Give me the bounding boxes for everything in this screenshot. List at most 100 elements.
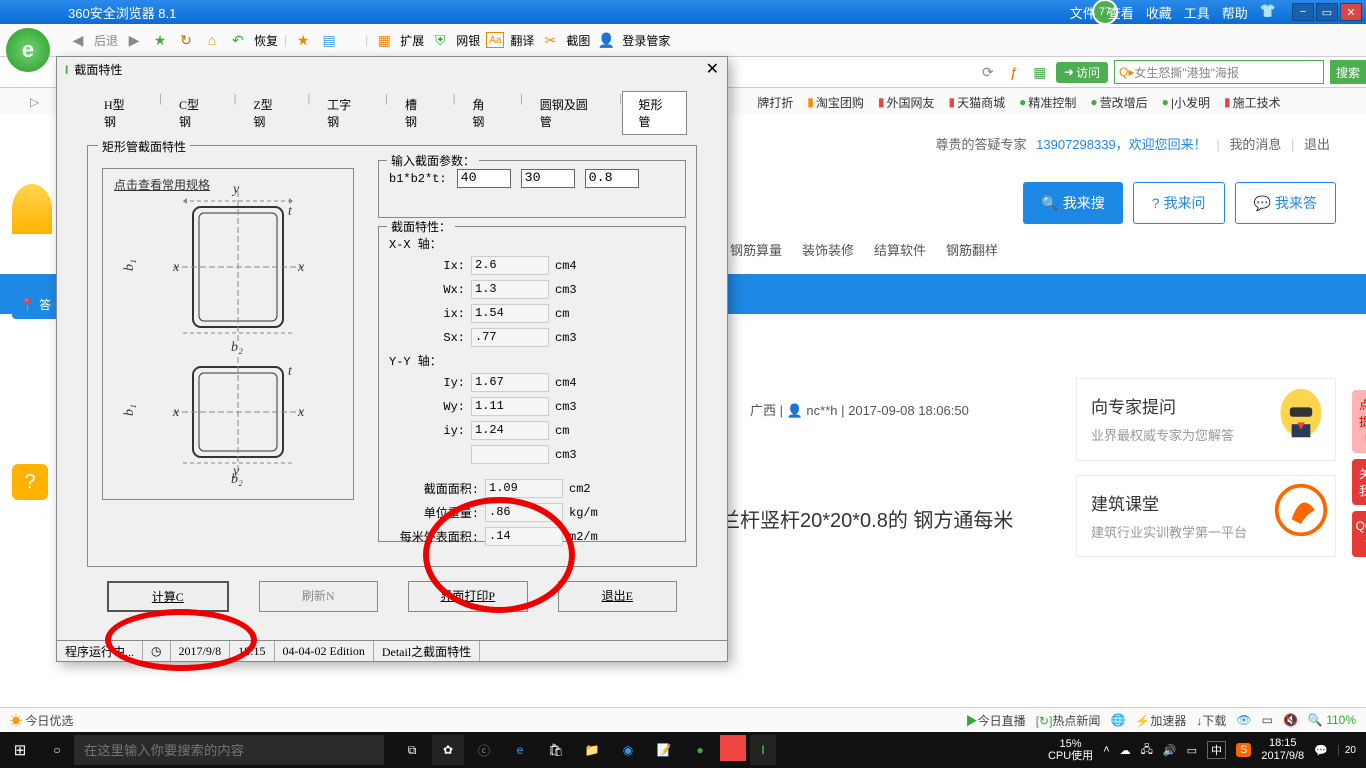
tab-i[interactable]: 工字钢 — [310, 91, 375, 135]
dialog-close-button[interactable]: ✕ — [706, 59, 719, 79]
tab-rect[interactable]: 矩形管 — [622, 91, 687, 135]
bank-icon[interactable]: ⛨ — [430, 30, 450, 50]
network-icon[interactable]: 🖧 — [1141, 741, 1153, 760]
live-link[interactable]: ▶今日直播 — [966, 712, 1026, 729]
tab-h[interactable]: H型钢 — [87, 91, 150, 135]
flash-icon[interactable]: ƒ — [1004, 62, 1024, 82]
app-icon[interactable] — [720, 735, 746, 761]
cortana-icon[interactable]: ○ — [40, 743, 74, 757]
onedrive-icon[interactable]: ☁ — [1120, 744, 1131, 757]
b2-input[interactable] — [521, 169, 575, 188]
tray-up-icon[interactable]: ˄ — [1103, 744, 1109, 756]
course-card[interactable]: 建筑课堂 建筑行业实训教学第一平台 — [1076, 475, 1336, 558]
menu-fav[interactable]: 收藏 — [1146, 3, 1172, 22]
t-input[interactable] — [585, 169, 639, 188]
menu-view[interactable]: 查看 — [1108, 3, 1134, 22]
menu-help[interactable]: 帮助 — [1222, 3, 1248, 22]
app-icon[interactable]: ⓒ — [468, 735, 500, 765]
tool-icon[interactable]: ▭ — [1262, 713, 1273, 727]
menu-file[interactable]: 文件 — [1070, 3, 1096, 22]
help-icon[interactable]: ? — [12, 464, 48, 500]
nav-item[interactable]: 装饰装修 — [802, 240, 854, 259]
close-button[interactable]: ✕ — [1340, 3, 1362, 21]
tab-z[interactable]: Z型钢 — [236, 91, 297, 135]
volume-icon[interactable]: 🔊 — [1163, 744, 1177, 757]
news-link[interactable]: [↻]热点新闻 — [1036, 712, 1101, 729]
bmk-item[interactable]: ▮天猫商城 — [949, 94, 1006, 111]
battery-icon[interactable]: ▭ — [1187, 744, 1197, 757]
download-link[interactable]: ↓下载 — [1196, 712, 1226, 729]
exit-button[interactable]: 退出E — [558, 581, 678, 612]
mute-icon[interactable]: 🔇 — [1283, 713, 1298, 727]
go-button[interactable]: ➜访问 — [1056, 62, 1108, 83]
bmk-item[interactable]: ▮外国网友 — [878, 94, 935, 111]
bmk-item[interactable]: ●|小发明 — [1162, 94, 1210, 111]
search-input[interactable]: Q▸女生怒撕"港独"海报 — [1114, 60, 1324, 84]
expert-card[interactable]: 向专家提问 业界最权威专家为您解答 — [1076, 378, 1336, 461]
explorer-icon[interactable]: 📁 — [576, 735, 608, 765]
b1-input[interactable] — [457, 169, 511, 188]
home-icon[interactable]: ⌂ — [202, 30, 222, 50]
logout-link[interactable]: 退出 — [1304, 137, 1330, 152]
360-icon[interactable]: ● — [684, 735, 716, 765]
refresh-button[interactable]: 刷新N — [259, 581, 379, 612]
bmk-item[interactable]: ▮施工技术 — [1224, 94, 1281, 111]
tab-round[interactable]: 圆钢及圆管 — [523, 91, 609, 135]
ask-button[interactable]: ?我来问 — [1133, 182, 1225, 224]
sogou-icon[interactable]: S — [1236, 743, 1251, 757]
minimize-button[interactable]: − — [1292, 3, 1314, 21]
sticky-ask[interactable]: 点我提问哦 — [1352, 390, 1366, 453]
undo-icon[interactable]: ↶ — [228, 30, 248, 50]
tool-icon[interactable]: 👁 — [1236, 713, 1251, 727]
menu-tools[interactable]: 工具 — [1184, 3, 1210, 22]
answer-button[interactable]: 💬我来答 — [1235, 182, 1336, 224]
app-icon[interactable]: ◉ — [612, 735, 644, 765]
sync-icon[interactable]: ⟳ — [978, 62, 998, 82]
bmk-item[interactable]: ●精准控制 — [1019, 94, 1076, 111]
refresh-icon[interactable]: ↻ — [176, 30, 196, 50]
bmk-item[interactable]: ●营改增后 — [1090, 94, 1147, 111]
sticky-qq[interactable]: QQ咨询 — [1352, 511, 1366, 557]
app-icon[interactable]: 📝 — [648, 735, 680, 765]
fav-icon[interactable]: ★ — [293, 30, 313, 50]
common-specs-link[interactable]: 点击查看常用规格 — [114, 176, 210, 193]
play-icon[interactable]: ▷ — [30, 95, 39, 109]
show-desktop[interactable]: 20 — [1338, 745, 1356, 756]
tab-channel[interactable]: 槽钢 — [388, 91, 443, 135]
translate-icon[interactable]: Aa — [486, 32, 504, 48]
store-icon[interactable]: 🛍 — [540, 735, 572, 765]
calculate-button[interactable]: 计算C — [107, 581, 229, 612]
messages-link[interactable]: 我的消息 — [1229, 137, 1281, 152]
taskview-icon[interactable]: ⧉ — [396, 735, 428, 765]
notifications-icon[interactable]: 💬 — [1314, 744, 1328, 757]
nav-item[interactable]: 结算软件 — [874, 240, 926, 259]
ime-badge[interactable]: 中 — [1207, 741, 1226, 759]
app-icon[interactable]: I — [750, 735, 776, 765]
screenshot-icon[interactable]: ✂ — [540, 30, 560, 50]
start-button[interactable]: ⊞ — [0, 741, 40, 759]
cpu-meter[interactable]: 15%CPU使用 — [1048, 738, 1093, 762]
phone-link[interactable]: 13907298339，欢迎您回来！ — [1036, 137, 1207, 152]
star-icon[interactable]: ★ — [150, 30, 170, 50]
search-button[interactable]: 🔍我来搜 — [1023, 182, 1122, 224]
restore-label[interactable]: 恢复 — [254, 32, 278, 49]
ext-icon[interactable]: ▦ — [374, 30, 394, 50]
forward-button[interactable]: ▶ — [124, 30, 144, 50]
clock[interactable]: 18:152017/9/8 — [1261, 737, 1304, 763]
shirt-icon[interactable]: 👕 — [1260, 3, 1276, 22]
back-button[interactable]: ◀ — [68, 30, 88, 50]
taskbar-search[interactable] — [74, 735, 384, 765]
edge-icon[interactable]: e — [504, 735, 536, 765]
history-icon[interactable]: ▤ — [319, 30, 339, 50]
globe-icon[interactable]: 🌐 — [1110, 713, 1125, 727]
maximize-button[interactable]: ▭ — [1316, 3, 1338, 21]
bmk-item[interactable]: 牌打折 — [757, 94, 793, 111]
login-icon[interactable]: 👤 — [596, 30, 616, 50]
grid-icon[interactable]: ▦ — [1030, 62, 1050, 82]
app-icon[interactable]: ✿ — [432, 735, 464, 765]
nav-item[interactable]: 钢筋翻样 — [946, 240, 998, 259]
sticky-follow[interactable]: 关注我们 — [1352, 459, 1366, 505]
search-button[interactable]: 搜索 — [1330, 60, 1366, 84]
zoom-level[interactable]: 🔍 110% — [1308, 713, 1356, 727]
bmk-item[interactable]: ▮淘宝团购 — [807, 94, 864, 111]
